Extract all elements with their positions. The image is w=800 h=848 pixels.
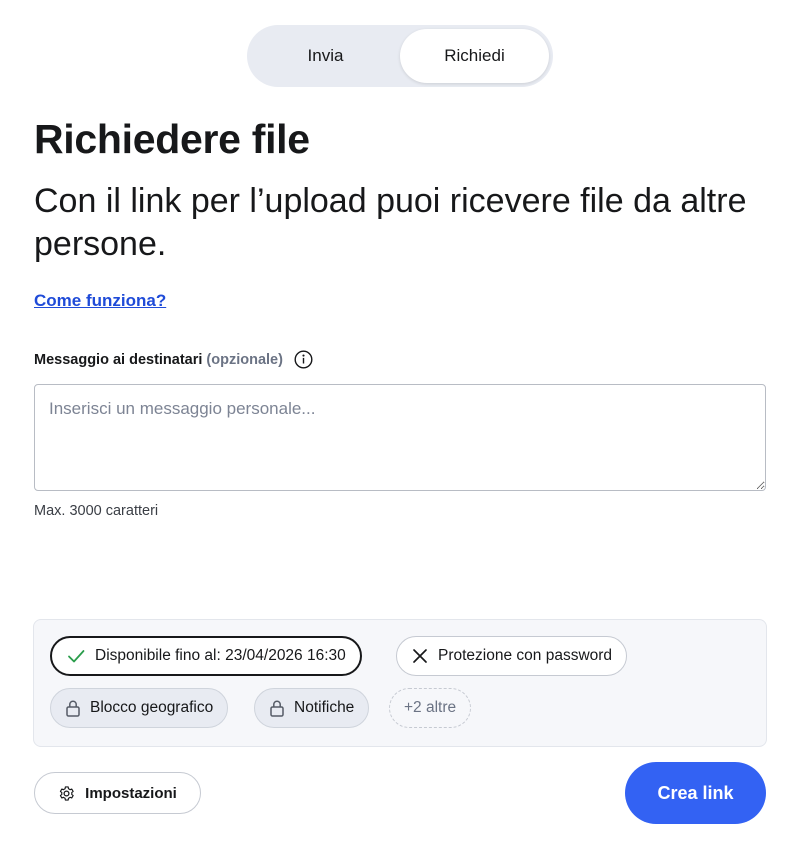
lock-icon xyxy=(270,700,284,717)
lock-icon xyxy=(66,700,80,717)
settings-label: Impostazioni xyxy=(85,784,177,802)
info-icon[interactable] xyxy=(294,350,313,369)
page-title: Richiedere file xyxy=(34,116,310,162)
char-limit-hint: Max. 3000 caratteri xyxy=(34,503,159,519)
optional-label: (opzionale) xyxy=(206,351,283,368)
expiry-label: Disponibile fino al: 23/04/2026 16:30 xyxy=(95,647,346,664)
message-label: Messaggio ai destinatari (opzionale) xyxy=(34,350,313,369)
how-it-works-link[interactable]: Come funziona? xyxy=(34,291,166,311)
page-subtitle: Con il link per l’upload puoi ricevere f… xyxy=(34,182,747,263)
create-link-button[interactable]: Crea link xyxy=(625,762,766,824)
password-label: Protezione con password xyxy=(438,647,613,664)
password-chip[interactable]: Protezione con password xyxy=(396,636,628,676)
link-options: Disponibile fino al: 23/04/2026 16:30 Pr… xyxy=(33,619,767,747)
gear-icon xyxy=(59,785,74,801)
expiry-chip[interactable]: Disponibile fino al: 23/04/2026 16:30 xyxy=(50,636,362,676)
toggle-send[interactable]: Invia xyxy=(251,29,400,83)
notifications-label: Notifiche xyxy=(294,699,355,716)
check-icon xyxy=(68,650,85,663)
settings-button[interactable]: Impostazioni xyxy=(34,772,201,814)
close-icon xyxy=(413,649,427,663)
notifications-chip[interactable]: Notifiche xyxy=(254,688,370,728)
mode-toggle: Invia Richiedi xyxy=(247,25,553,87)
message-label-text: Messaggio ai destinatari xyxy=(34,351,203,368)
geo-block-chip[interactable]: Blocco geografico xyxy=(50,688,229,728)
geo-block-label: Blocco geografico xyxy=(90,699,214,716)
toggle-request[interactable]: Richiedi xyxy=(400,29,549,83)
message-input[interactable] xyxy=(34,384,766,491)
more-options-label: +2 altre xyxy=(404,699,457,716)
more-options-chip[interactable]: +2 altre xyxy=(389,688,472,728)
